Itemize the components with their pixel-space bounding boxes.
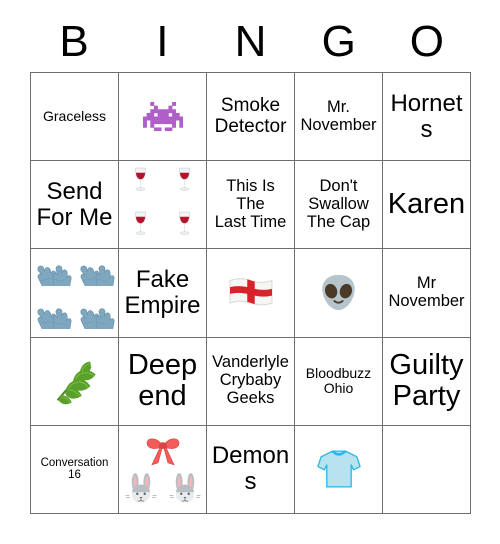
bingo-cell[interactable]: Don't Swallow The Cap <box>295 161 383 250</box>
bingo-cell[interactable] <box>31 337 119 426</box>
alien-monster-icon <box>119 73 206 160</box>
gloves-icon <box>31 249 118 336</box>
bingo-cell-label: This Is The Last Time <box>214 177 287 231</box>
ribbon-rabbit-icon <box>119 426 206 513</box>
bingo-cell-label: Don't Swallow The Cap <box>306 177 371 231</box>
gloves-icon <box>75 293 119 337</box>
bingo-cell[interactable]: Mr. November <box>295 73 383 162</box>
bingo-cell[interactable] <box>383 425 471 514</box>
bingo-cell[interactable]: Graceless <box>31 73 119 162</box>
bingo-cell-label: Deep end <box>127 348 198 413</box>
bingo-cell-label: Demons <box>211 442 290 496</box>
bingo-cell[interactable]: Hornets <box>383 73 471 162</box>
bingo-cell-label: Mr November <box>388 274 465 310</box>
gloves-icon <box>75 249 119 293</box>
bingo-cell-label: Graceless <box>42 108 107 125</box>
bingo-cell-label: Mr. November <box>300 97 377 134</box>
flag-england-icon <box>207 249 294 336</box>
bingo-card: B I N G O Graceless Smoke Detector Mr. Nov… <box>0 0 500 544</box>
wine-glass-icon <box>163 161 207 205</box>
bingo-cell[interactable] <box>295 249 383 338</box>
bingo-cell[interactable]: Karen <box>383 161 471 250</box>
bingo-cell-label: Vanderlyle Crybaby Geeks <box>212 353 289 408</box>
bingo-cell[interactable]: Vanderlyle Crybaby Geeks <box>207 337 295 426</box>
wine-glass-icon <box>119 161 163 205</box>
wine-glass-icon <box>119 161 206 248</box>
rabbit-face-icon <box>168 471 202 505</box>
bingo-cell[interactable]: Fake Empire <box>119 249 207 338</box>
ribbon-icon <box>143 434 183 468</box>
bingo-cell[interactable] <box>119 161 207 250</box>
bingo-cell[interactable] <box>119 425 207 514</box>
bingo-cell-label: Bloodbuzz Ohio <box>305 365 372 397</box>
header-letter-n: N <box>234 17 267 66</box>
bingo-cell-label: Guilty Party <box>389 348 464 413</box>
bingo-cell[interactable]: Demons <box>207 425 295 514</box>
header-letter-b: B <box>59 17 89 66</box>
rabbit-face-icon <box>124 471 158 505</box>
bingo-cell[interactable]: Send For Me <box>31 161 119 250</box>
wine-glass-icon <box>119 205 163 249</box>
gloves-icon <box>31 249 75 293</box>
header-letter-o: O <box>409 17 445 66</box>
bingo-cell-label: Smoke Detector <box>214 95 287 137</box>
bingo-cell-label: Conversation 16 <box>40 456 109 482</box>
bingo-cell-label: Send For Me <box>36 177 113 231</box>
bingo-cell[interactable]: Guilty Party <box>383 337 471 426</box>
bingo-cell[interactable]: This Is The Last Time <box>207 161 295 250</box>
alien-face-icon <box>295 249 382 336</box>
bingo-cell[interactable]: Mr November <box>383 249 471 338</box>
herb-icon <box>31 338 118 425</box>
gloves-icon <box>31 293 75 337</box>
bingo-grid: Graceless Smoke Detector Mr. November Horne… <box>30 72 471 514</box>
bingo-cell[interactable] <box>207 249 295 338</box>
rabbit-pair <box>124 471 202 505</box>
wine-glass-icon <box>163 205 207 249</box>
bingo-cell[interactable] <box>119 73 207 162</box>
bingo-cell[interactable] <box>295 425 383 514</box>
bingo-header-row: B I N G O <box>30 12 471 72</box>
header-letter-g: G <box>321 17 356 66</box>
bingo-cell[interactable]: Conversation 16 <box>31 425 119 514</box>
bingo-cell[interactable] <box>31 249 119 338</box>
bingo-cell-label: Karen <box>387 188 466 221</box>
bingo-cell-label: Fake Empire <box>124 266 201 319</box>
tshirt-icon <box>295 426 382 513</box>
header-letter-i: I <box>156 17 169 66</box>
bingo-cell[interactable]: Deep end <box>119 337 207 426</box>
bingo-cell[interactable]: Bloodbuzz Ohio <box>295 337 383 426</box>
bingo-cell-label: Hornets <box>390 89 463 143</box>
bingo-cell[interactable]: Smoke Detector <box>207 73 295 162</box>
